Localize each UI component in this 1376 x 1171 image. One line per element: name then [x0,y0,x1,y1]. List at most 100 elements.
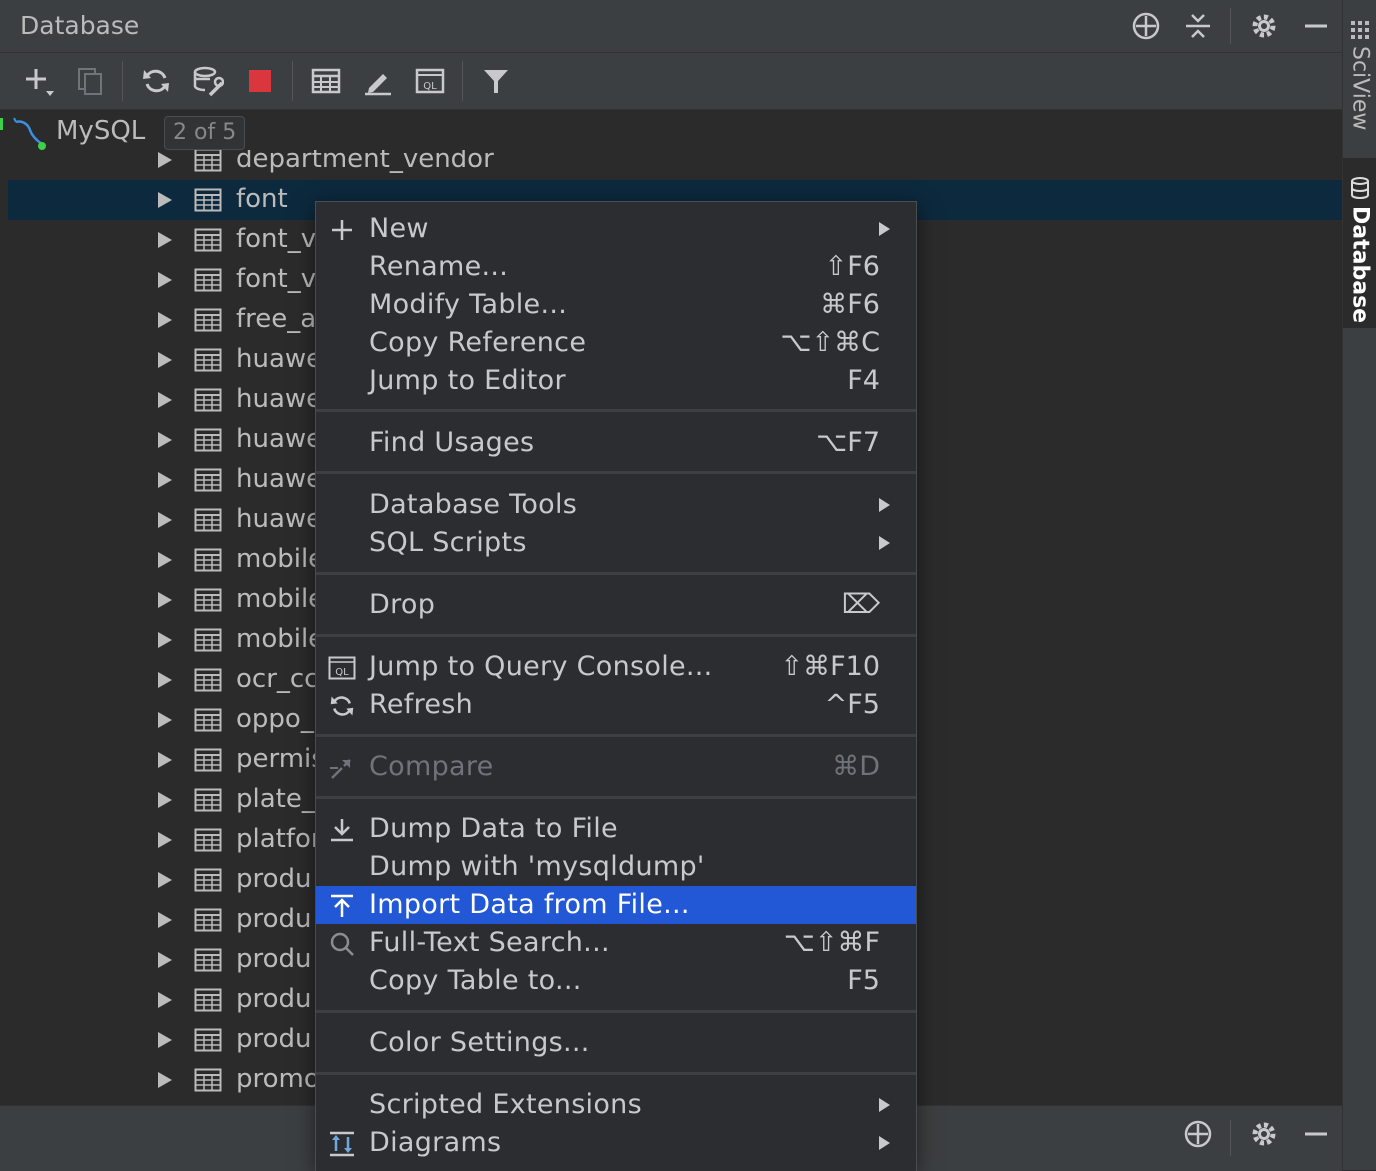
tab-database[interactable]: Database [1343,158,1376,328]
expand-arrow-icon[interactable] [158,512,172,528]
menu-item-label: Database Tools [369,489,578,520]
menu-item-new[interactable]: New [316,210,916,248]
expand-arrow-icon[interactable] [158,912,172,928]
collapse-all-icon[interactable] [1182,10,1214,42]
table-editor-icon[interactable] [308,63,344,99]
menu-separator [316,796,916,799]
table-name: permis [236,744,325,774]
search-icon [328,930,356,958]
menu-item-modify-table[interactable]: Modify Table... ⌘F6 [316,286,916,324]
menu-separator [316,1010,916,1013]
menu-item-database-tools[interactable]: Database Tools [316,486,916,524]
crosshair-icon[interactable] [1130,10,1162,42]
menu-item-sql-scripts[interactable]: SQL Scripts [316,524,916,562]
toolbar-separator [292,61,293,101]
menu-item-color-settings[interactable]: Color Settings... [316,1024,916,1062]
menu-item-copy-table-to[interactable]: Copy Table to... F5 [316,962,916,1000]
table-name: free_a [236,304,317,334]
expand-arrow-icon[interactable] [158,952,172,968]
expand-arrow-icon[interactable] [158,192,172,208]
expand-arrow-icon[interactable] [158,632,172,648]
expand-arrow-icon[interactable] [158,832,172,848]
menu-item-refresh[interactable]: Refresh ^F5 [316,686,916,724]
schema-count-badge: 2 of 5 [164,116,246,150]
tab-sciview-label: SciView [1347,46,1373,131]
expand-arrow-icon[interactable] [158,712,172,728]
hide-icon[interactable] [1300,10,1332,42]
table-name: mobile [236,584,325,614]
table-icon [194,868,222,892]
menu-item-shortcut: ⌥F7 [816,427,880,458]
duplicate-icon[interactable] [72,63,108,99]
table-icon [194,428,222,452]
expand-arrow-icon[interactable] [158,672,172,688]
menu-item-label: Full-Text Search... [369,927,610,958]
menu-item-label: Color Settings... [369,1027,590,1058]
menu-item-shortcut: ⌘D [832,751,880,782]
expand-arrow-icon[interactable] [158,152,172,168]
stop-icon[interactable] [242,63,278,99]
menu-item-jump-to-editor[interactable]: Jump to Editor F4 [316,362,916,400]
crosshair-icon[interactable] [1182,1118,1214,1150]
hide-icon[interactable] [1300,1118,1332,1150]
table-icon [194,908,222,932]
expand-arrow-icon[interactable] [158,232,172,248]
filter-icon[interactable] [478,63,514,99]
expand-arrow-icon[interactable] [158,472,172,488]
expand-arrow-icon[interactable] [158,272,172,288]
connection-indicator [0,118,3,130]
menu-item-shortcut: ⌦ [841,589,880,620]
menu-item-label: Scripted Extensions [369,1089,642,1120]
query-console-icon[interactable]: QL [412,63,448,99]
menu-item-rename[interactable]: Rename... ⇧F6 [316,248,916,286]
expand-arrow-icon[interactable] [158,1072,172,1088]
refresh-icon[interactable] [138,63,174,99]
table-icon [194,348,222,372]
expand-arrow-icon[interactable] [158,1032,172,1048]
menu-item-dump-with-mysqldump[interactable]: Dump with 'mysqldump' [316,848,916,886]
upload-icon [328,892,356,920]
expand-arrow-icon[interactable] [158,352,172,368]
expand-arrow-icon[interactable] [158,592,172,608]
expand-arrow-icon[interactable] [158,432,172,448]
menu-item-jump-to-query-console[interactable]: QL Jump to Query Console... ⇧⌘F10 [316,648,916,686]
gear-icon[interactable] [1248,10,1280,42]
edit-icon[interactable] [360,63,396,99]
toolbar-separator [462,61,463,101]
expand-arrow-icon[interactable] [158,312,172,328]
table-name: mobile [236,544,325,574]
expand-arrow-icon[interactable] [158,552,172,568]
expand-arrow-icon[interactable] [158,992,172,1008]
menu-item-full-text-search[interactable]: Full-Text Search... ⌥⇧⌘F [316,924,916,962]
menu-item-drop[interactable]: Drop ⌦ [316,586,916,624]
menu-item-copy-reference[interactable]: Copy Reference ⌥⇧⌘C [316,324,916,362]
expand-arrow-icon[interactable] [158,392,172,408]
menu-item-dump-data-to-file[interactable]: Dump Data to File [316,810,916,848]
gear-icon[interactable] [1248,1118,1280,1150]
menu-item-find-usages[interactable]: Find Usages ⌥F7 [316,424,916,462]
table-name: oppo_ [236,704,314,734]
toolbar-separator [122,61,123,101]
expand-arrow-icon[interactable] [158,872,172,888]
table-row[interactable]: department_vendor [8,150,1342,180]
menu-item-import-data-from-file[interactable]: Import Data from File... [316,886,916,924]
table-icon [194,188,222,212]
datasource-node[interactable]: MySQL 2 of 5 [8,112,408,152]
tool-window-title: Database [20,11,140,40]
menu-item-diagrams[interactable]: Diagrams [316,1124,916,1162]
tab-sciview[interactable]: SciView [1343,18,1376,148]
expand-arrow-icon[interactable] [158,792,172,808]
db-properties-icon[interactable] [190,63,226,99]
submenu-arrow-icon [879,1136,890,1150]
table-icon [194,828,222,852]
expand-arrow-icon[interactable] [158,752,172,768]
menu-item-shortcut: F4 [847,365,880,396]
menu-item-shortcut: ⌘F6 [820,289,880,320]
menu-item-scripted-extensions[interactable]: Scripted Extensions [316,1086,916,1124]
add-icon[interactable] [20,63,56,99]
menu-item-compare: Compare ⌘D [316,748,916,786]
table-icon [194,228,222,252]
diagram-icon [328,1130,356,1158]
tool-window-header: Database [0,0,1342,53]
table-icon [194,708,222,732]
